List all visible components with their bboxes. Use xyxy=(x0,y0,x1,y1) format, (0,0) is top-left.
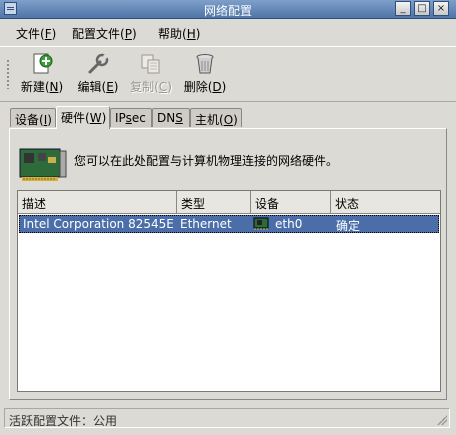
resize-grip-icon[interactable] xyxy=(437,415,447,425)
tab-hosts[interactable]: 主机(O) xyxy=(190,108,242,127)
row-description: Intel Corporation 82545EM xyxy=(23,217,173,231)
column-header-description[interactable]: 描述 xyxy=(18,191,177,214)
network-card-icon xyxy=(18,145,68,185)
hardware-list[interactable]: 描述 类型 设备 状态 Intel Corporation 82545EM Et… xyxy=(17,190,441,392)
copy-button[interactable]: 复制(C) xyxy=(123,51,179,99)
status-bar: 活跃配置文件：公用 xyxy=(4,408,450,428)
new-icon xyxy=(31,53,53,75)
menu-help[interactable]: 帮助(H) xyxy=(158,25,200,42)
minimize-button[interactable]: _ xyxy=(395,1,411,16)
row-device: eth0 xyxy=(275,217,303,231)
table-row[interactable]: Intel Corporation 82545EM Ethernet eth0 … xyxy=(19,215,439,233)
toolbar-grip[interactable] xyxy=(6,59,10,89)
row-status: 确定 xyxy=(336,219,361,233)
device-chip-icon xyxy=(253,216,269,230)
column-header-status[interactable]: 状态 xyxy=(331,191,440,214)
toolbar: 新建(N) 编辑(E) 复制(C) 删除(D) xyxy=(0,46,456,102)
row-type: Ethernet xyxy=(180,217,232,231)
menu-bar: 文件(F) 配置文件(P) 帮助(H) xyxy=(0,19,456,45)
title-bar: 网络配置 _ □ × xyxy=(0,0,456,19)
menu-profile[interactable]: 配置文件(P) xyxy=(72,25,137,42)
menu-file[interactable]: 文件(F) xyxy=(16,25,56,42)
close-button[interactable]: × xyxy=(433,1,449,16)
trash-icon xyxy=(194,53,216,75)
tab-dns[interactable]: DNS xyxy=(152,108,190,127)
new-button[interactable]: 新建(N) xyxy=(14,51,70,99)
hardware-panel: 您可以在此处配置与计算机物理连接的网络硬件。 描述 类型 设备 状态 Intel… xyxy=(9,128,447,400)
wrench-icon xyxy=(87,53,109,75)
tab-devices[interactable]: 设备(I) xyxy=(10,108,56,127)
delete-button[interactable]: 删除(D) xyxy=(177,51,233,99)
column-header-type[interactable]: 类型 xyxy=(177,191,251,214)
edit-button[interactable]: 编辑(E) xyxy=(70,51,126,99)
copy-icon xyxy=(140,53,162,75)
maximize-button[interactable]: □ xyxy=(414,1,430,16)
active-profile-text: 活跃配置文件：公用 xyxy=(9,414,118,428)
hardware-description: 您可以在此处配置与计算机物理连接的网络硬件。 xyxy=(74,154,339,168)
tab-hardware[interactable]: 硬件(W) xyxy=(56,106,110,129)
window-title: 网络配置 xyxy=(203,4,252,18)
tab-ipsec[interactable]: IPsec xyxy=(110,108,152,127)
column-header-device[interactable]: 设备 xyxy=(251,191,331,214)
